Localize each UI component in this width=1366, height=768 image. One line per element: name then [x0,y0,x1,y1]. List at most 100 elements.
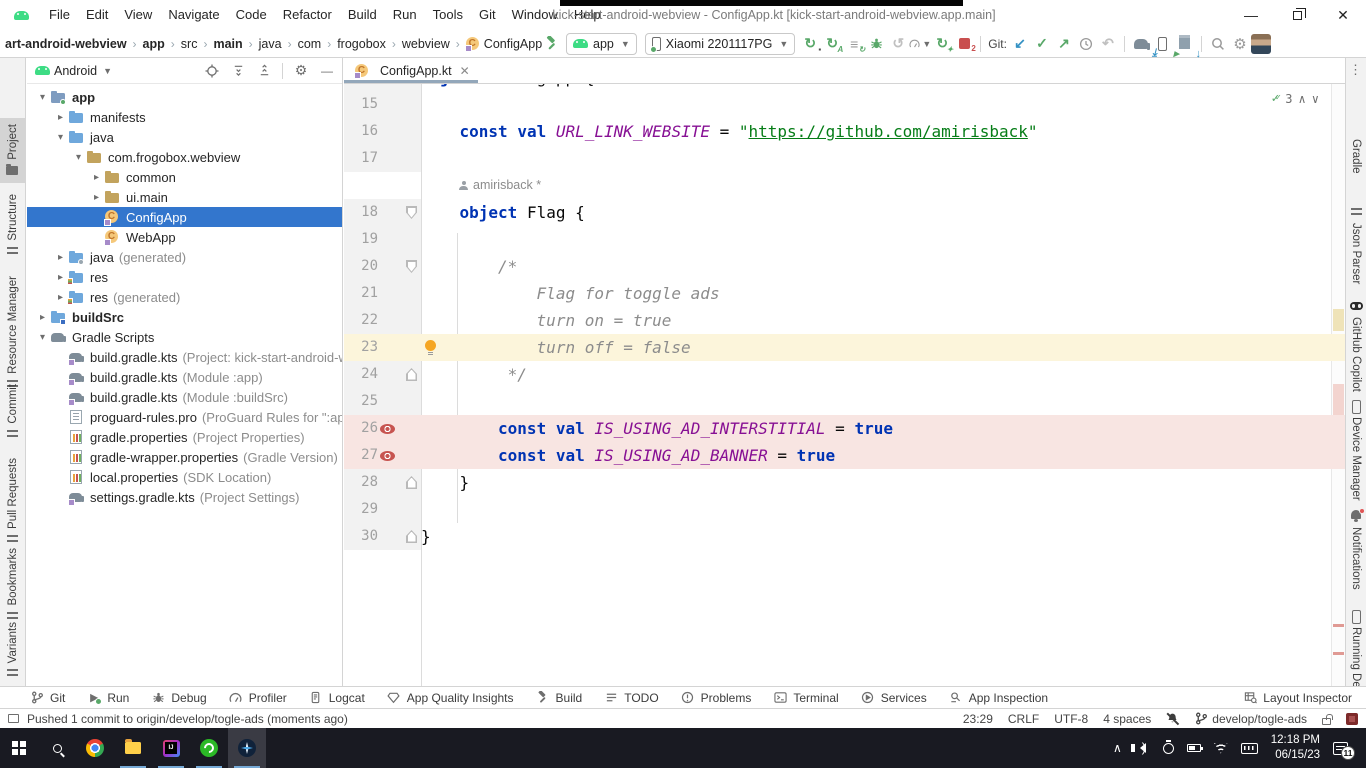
close-button[interactable]: ✕ [1320,0,1366,30]
editor-gutter[interactable]: 23 [344,334,421,361]
tool-window-button-terminal[interactable]: Terminal [773,691,839,705]
restart-activity-button[interactable]: ↻ ✦ [931,33,953,55]
locate-file-icon[interactable] [199,59,225,83]
sidebar-item-variants[interactable]: Variants [0,622,25,680]
tree-chevron-icon[interactable]: ▸ [53,252,68,263]
code-text[interactable]: const val IS_USING_AD_INTERSTITIAL = tru… [421,415,1345,442]
code-line-18[interactable]: 18 object Flag { [344,199,1345,226]
tree-item-gradle-properties-project-properties[interactable]: gradle.properties (Project Properties) [27,427,342,447]
tree-item-gradle-scripts[interactable]: ▾ Gradle Scripts [27,327,342,347]
lock-icon[interactable] [1322,713,1333,725]
breadcrumb-src[interactable]: src [180,37,199,51]
sidebar-item-gradle[interactable]: Gradle [1346,122,1366,174]
battery-icon[interactable] [1186,744,1203,752]
sdk-manager-button[interactable]: ↓ [1174,33,1201,60]
tool-window-button-todo[interactable]: TODO [604,691,659,705]
tool-window-toggle-icon[interactable] [8,714,19,723]
editor-gutter[interactable]: 15 [344,91,421,118]
fold-close-icon[interactable] [406,476,417,489]
code-line-30[interactable]: 30} [344,523,1345,550]
fold-open-icon[interactable] [406,260,417,273]
tree-chevron-icon[interactable]: ▸ [53,272,68,283]
tree-item-java-generated[interactable]: ▸ java (generated) [27,247,342,267]
editor-gutter[interactable]: 17 [344,145,421,172]
code-text[interactable]: object Flag { [421,199,1345,226]
code-text[interactable]: turn off = false [421,334,1345,361]
breadcrumb-app[interactable]: app [142,37,166,51]
panel-settings-gear-icon[interactable]: ⚙ [288,59,314,83]
tree-chevron-icon[interactable]: ▾ [71,152,86,163]
profiler-button[interactable]: ▼ [909,33,931,55]
tool-window-button-build[interactable]: Build [536,691,582,705]
file-encoding[interactable]: UTF-8 [1054,712,1088,726]
tree-item-java[interactable]: ▾ java [27,127,342,147]
device-select[interactable]: Xiaomi 2201117PG ▼ [644,32,796,55]
tool-window-button-run[interactable]: ▶ Run [87,691,129,705]
apply-changes-button[interactable]: ↻ ▪ [799,33,821,55]
taskbar-whatsapp-button[interactable] [190,728,228,768]
tool-window-button-layout-inspector[interactable]: Layout Inspector [1243,691,1352,705]
fold-close-icon[interactable] [406,368,417,381]
device-manager-button[interactable]: ▸ [1152,33,1179,60]
wifi-icon[interactable] [1213,742,1228,754]
menu-build[interactable]: Build [340,0,385,30]
code-line-15[interactable]: 15 [344,91,1345,118]
code-text[interactable] [421,496,1345,523]
editor-body[interactable]: ✓ 3 ∧ ∨ object ConfigApp {1516const val … [344,84,1345,686]
tool-window-button-debug[interactable]: Debug [151,691,207,705]
editor-gutter[interactable]: 19 [344,226,421,253]
hide-panel-icon[interactable]: — [314,59,340,83]
editor-gutter[interactable]: 30 [344,523,421,550]
maximize-button[interactable] [1274,0,1320,30]
tree-item-res-generated[interactable]: ▸ res (generated) [27,287,342,307]
git-update-button[interactable]: ↙ [1009,33,1031,55]
sidebar-item-github-copilot[interactable]: GitHub Copilot [1346,300,1366,392]
indent-setting[interactable]: 4 spaces [1103,712,1151,726]
tool-window-button-app-inspection[interactable]: App Inspection [949,691,1048,705]
sidebar-item-json-parser[interactable]: Json Parser [1346,206,1366,284]
tree-item-res[interactable]: ▸ res [27,267,342,287]
breadcrumb-main[interactable]: main [212,37,243,51]
editor-gutter[interactable]: 22 [344,307,421,334]
code-line-23[interactable]: 23 turn off = false [344,334,1345,361]
author-inlay[interactable]: amirisback * [344,172,541,199]
fold-open-icon[interactable] [406,206,417,219]
breadcrumb-java[interactable]: java [258,37,283,51]
memory-indicator-icon[interactable] [1346,712,1358,725]
editor-gutter[interactable]: 29 [344,496,421,523]
minimize-button[interactable]: — [1228,0,1274,30]
tool-window-button-problems[interactable]: Problems [681,691,751,705]
code-line-16[interactable]: 16 const val URL_LINK_WEBSITE = "https://… [344,118,1345,145]
code-line-20[interactable]: 20 /* [344,253,1345,280]
tree-item-proguard-rules-pro-proguard-rules-for-app[interactable]: proguard-rules.pro (ProGuard Rules for ":… [27,407,342,427]
stripe-options-icon[interactable]: ⋮ [1345,62,1366,78]
sidebar-item-commit[interactable]: Commit [0,384,25,441]
volume-icon[interactable] [1130,740,1150,755]
editor-gutter[interactable]: 24 [344,361,421,388]
apply-code-changes-button[interactable]: ↻ A [821,33,843,55]
code-text[interactable] [421,226,1345,253]
tree-item-gradle-wrapper-properties-gradle-version[interactable]: gradle-wrapper.properties (Gradle Version… [27,447,342,467]
git-push-button[interactable]: ↗ [1053,33,1075,55]
breadcrumb-art-android-webview[interactable]: art-android-webview [4,37,128,51]
tree-chevron-icon[interactable]: ▾ [35,332,50,343]
code-line[interactable]: object ConfigApp { [344,84,1345,91]
tree-item-common[interactable]: ▸ common [27,167,342,187]
tree-chevron-icon[interactable]: ▸ [89,192,104,203]
taskbar-search-button[interactable] [38,728,76,768]
menu-refactor[interactable]: Refactor [275,0,340,30]
taskbar-chrome-button[interactable] [76,728,114,768]
code-text[interactable]: object ConfigApp { [421,84,1345,91]
code-text[interactable]: } [421,469,1345,496]
code-text[interactable]: /* [421,253,1345,280]
code-line-27[interactable]: 27 const val IS_USING_AD_BANNER = true [344,442,1345,469]
watchpoint-eye-icon[interactable] [380,424,395,434]
breadcrumb-configapp[interactable]: ConfigApp [483,37,543,51]
code-text[interactable]: const val URL_LINK_WEBSITE = "https://gi… [421,118,1345,145]
tree-chevron-icon[interactable]: ▾ [53,132,68,143]
code-line-29[interactable]: 29 [344,496,1345,523]
expand-all-icon[interactable] [225,59,251,83]
tree-chevron-icon[interactable]: ▸ [53,292,68,303]
tab-close-icon[interactable]: ✕ [460,64,470,78]
tree-item-com-frogobox-webview[interactable]: ▾ com.frogobox.webview [27,147,342,167]
